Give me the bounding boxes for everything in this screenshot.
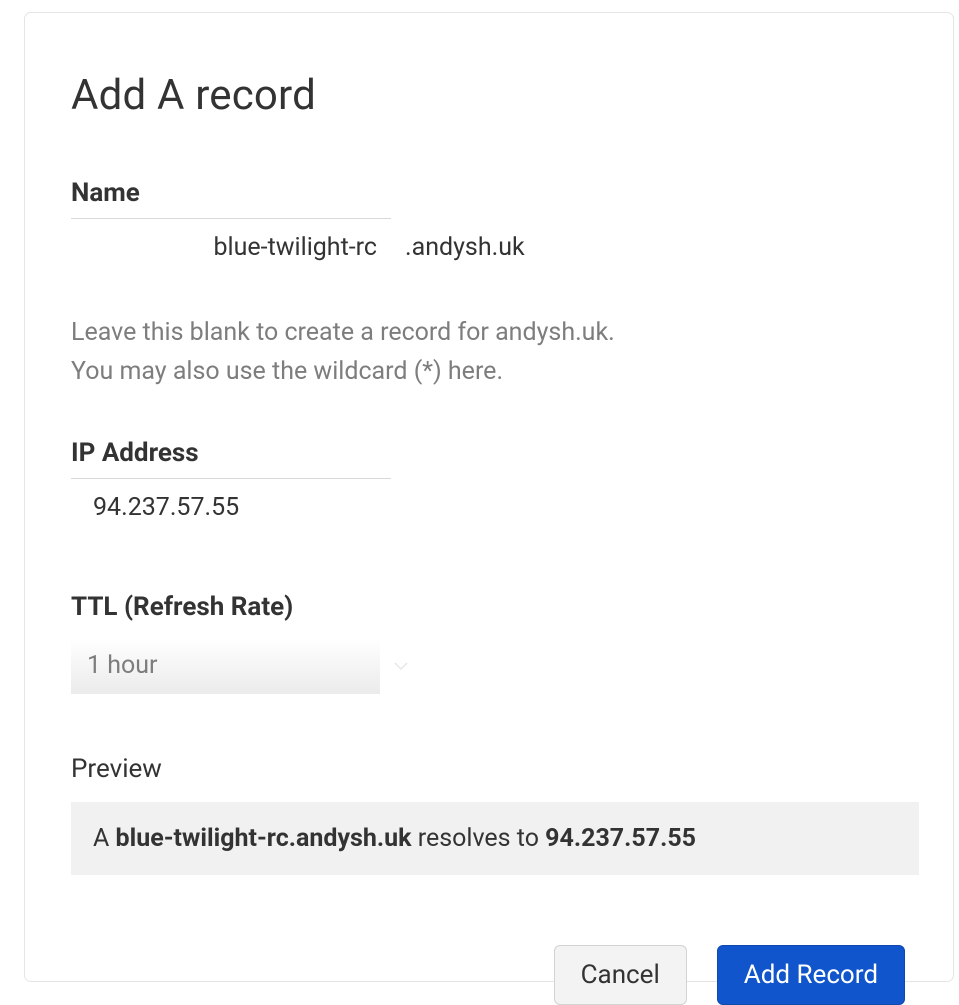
cancel-button[interactable]: Cancel	[554, 945, 687, 1005]
domain-suffix: .andysh.uk	[405, 233, 525, 262]
ttl-selected-value: 1 hour	[87, 651, 158, 680]
button-row: Cancel Add Record	[71, 945, 907, 1005]
preview-host: blue-twilight-rc.andysh.uk	[116, 824, 412, 853]
add-record-button[interactable]: Add Record	[717, 945, 905, 1005]
name-input[interactable]	[71, 218, 391, 276]
panel-title: Add A record	[71, 71, 907, 120]
ttl-label: TTL (Refresh Rate)	[71, 592, 907, 622]
name-help-text: Leave this blank to create a record for …	[71, 314, 907, 392]
preview-label: Preview	[71, 754, 907, 784]
name-label: Name	[71, 178, 907, 208]
add-a-record-panel: Add A record Name .andysh.uk Leave this …	[24, 12, 954, 982]
ttl-select[interactable]: 1 hour	[71, 638, 380, 694]
ip-label: IP Address	[71, 438, 907, 468]
preview-middle: resolves to	[412, 824, 546, 853]
chevron-down-icon	[394, 657, 408, 675]
ip-input[interactable]	[71, 478, 391, 536]
name-row: .andysh.uk	[71, 218, 907, 276]
preview-box: A blue-twilight-rc.andysh.uk resolves to…	[71, 802, 919, 875]
preview-prefix: A	[93, 824, 116, 853]
preview-target: 94.237.57.55	[545, 824, 696, 853]
